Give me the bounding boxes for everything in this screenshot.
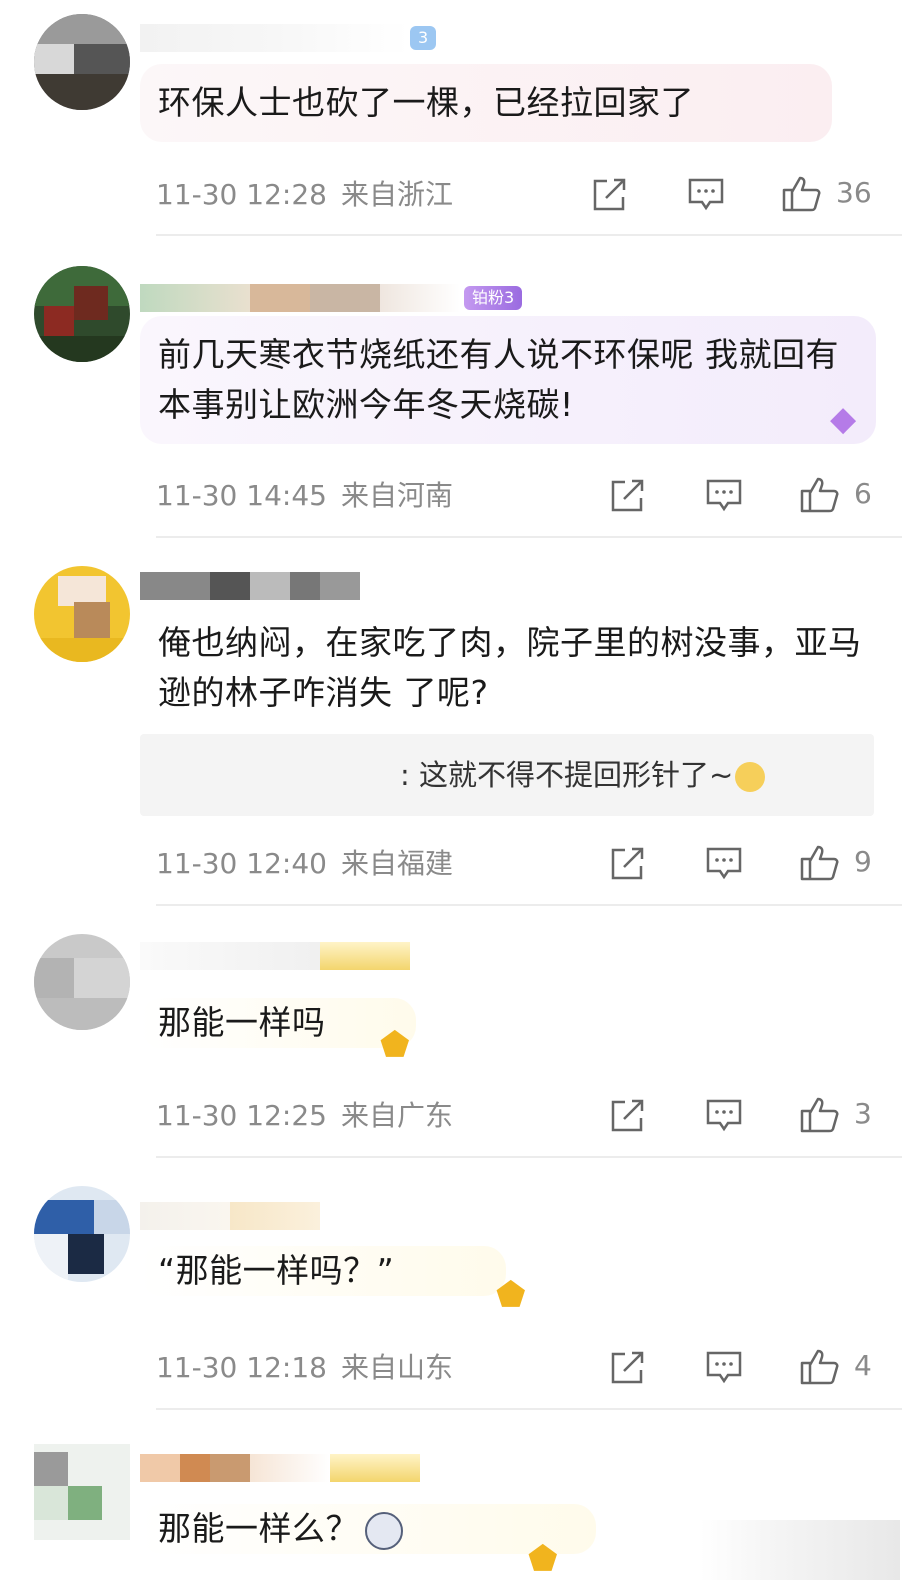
username[interactable]	[140, 940, 410, 972]
comment-time: 11-30 12:18	[156, 1351, 327, 1384]
fan-badge: 3	[410, 26, 437, 50]
share-icon	[611, 479, 644, 512]
comment-button[interactable]	[688, 175, 724, 215]
reply-preview[interactable]: : 这就不得不提回形针了~	[140, 734, 874, 816]
comment-location: 来自广东	[340, 1099, 453, 1132]
comment-meta: 11-30 12:18 来自山东	[156, 1348, 453, 1388]
like-count: 36	[836, 176, 872, 209]
thumbs-up-icon	[782, 176, 821, 212]
like-count: 3	[854, 1097, 872, 1130]
comment-time: 11-30 12:28	[156, 178, 327, 211]
divider	[156, 234, 902, 236]
like-button[interactable]: 4	[800, 1346, 872, 1386]
divider	[156, 904, 902, 906]
comment-icon	[706, 1099, 742, 1132]
gold-crown-decoration-icon: ⬟	[380, 1025, 410, 1065]
username[interactable]: 3	[140, 22, 437, 54]
avatar[interactable]	[34, 566, 130, 662]
share-button[interactable]	[610, 1348, 646, 1388]
divider	[156, 1408, 902, 1410]
comment-location: 来自山东	[340, 1351, 453, 1384]
like-button[interactable]: 3	[800, 1094, 872, 1134]
comment-button[interactable]	[706, 1348, 742, 1388]
smirk-emoji-icon	[735, 762, 766, 792]
avatar[interactable]	[34, 266, 130, 362]
comment-icon	[706, 847, 742, 880]
comment-icon	[706, 479, 742, 512]
avatar[interactable]	[34, 934, 130, 1030]
comment-location: 来自福建	[340, 847, 453, 880]
thumbs-up-icon	[800, 1349, 839, 1385]
gold-crown-decoration-icon: ⬟	[496, 1275, 526, 1315]
share-button[interactable]	[610, 844, 646, 884]
username[interactable]	[140, 1452, 420, 1484]
like-button[interactable]: 9	[800, 842, 872, 882]
share-icon	[611, 1099, 644, 1132]
username[interactable]	[140, 1200, 320, 1232]
like-button[interactable]: 36	[782, 173, 872, 213]
comment-text: 俺也纳闷，在家吃了肉，院子里的树没事，亚马逊的林子咋消失 了呢?	[158, 623, 862, 712]
comment-icon	[688, 178, 724, 211]
comment-time: 11-30 12:25	[156, 1099, 327, 1132]
watermark-fade	[700, 1520, 900, 1580]
comment-button[interactable]	[706, 1096, 742, 1136]
share-button[interactable]	[592, 175, 628, 215]
divider	[156, 536, 902, 538]
thumbs-up-icon	[800, 477, 839, 513]
like-count: 4	[854, 1349, 872, 1382]
reply-text: : 这就不得不提回形针了~	[400, 758, 734, 792]
comment-location: 来自河南	[340, 479, 453, 512]
husky-emoji-icon	[365, 1511, 403, 1550]
thumbs-up-icon	[800, 1097, 839, 1133]
comment-button[interactable]	[706, 844, 742, 884]
avatar[interactable]	[34, 1186, 130, 1282]
comment-text: 前几天寒衣节烧纸还有人说不环保呢 我就回有本事别让欧洲今年冬天烧碳!	[140, 316, 876, 444]
avatar[interactable]	[34, 1444, 130, 1540]
comment-time: 11-30 12:40	[156, 847, 327, 880]
diamond-decoration-icon: ◆	[830, 399, 857, 439]
comment-time: 11-30 14:45	[156, 479, 327, 512]
like-count: 6	[854, 477, 872, 510]
share-icon	[611, 847, 644, 880]
share-button[interactable]	[610, 1096, 646, 1136]
comment-meta: 11-30 12:40 来自福建	[156, 844, 453, 884]
username[interactable]: 铂粉3	[140, 282, 523, 314]
share-icon	[593, 178, 626, 211]
like-button[interactable]: 6	[800, 474, 872, 514]
comment-meta: 11-30 12:25 来自广东	[156, 1096, 453, 1136]
share-icon	[611, 1351, 644, 1384]
comment-text: 那能一样吗	[140, 998, 416, 1048]
like-count: 9	[854, 845, 872, 878]
comment-text: “那能一样吗？”	[140, 1246, 506, 1296]
comment-text: 环保人士也砍了一棵，已经拉回家了	[140, 64, 832, 142]
reply-author[interactable]	[170, 734, 400, 816]
comment-text-content: 那能一样么？	[158, 1509, 359, 1548]
comment-button[interactable]	[706, 476, 742, 516]
comment-meta: 11-30 14:45 来自河南	[156, 476, 453, 516]
username[interactable]	[140, 570, 360, 602]
comment-meta: 11-30 12:28 来自浙江	[156, 175, 453, 215]
avatar[interactable]	[34, 14, 130, 110]
divider	[156, 1156, 902, 1158]
thumbs-up-icon	[800, 845, 839, 881]
fan-badge: 铂粉3	[464, 286, 523, 310]
gold-crown-decoration-icon: ⬟	[528, 1539, 558, 1579]
share-button[interactable]	[610, 476, 646, 516]
comment-icon	[706, 1351, 742, 1384]
comment-location: 来自浙江	[340, 178, 453, 211]
